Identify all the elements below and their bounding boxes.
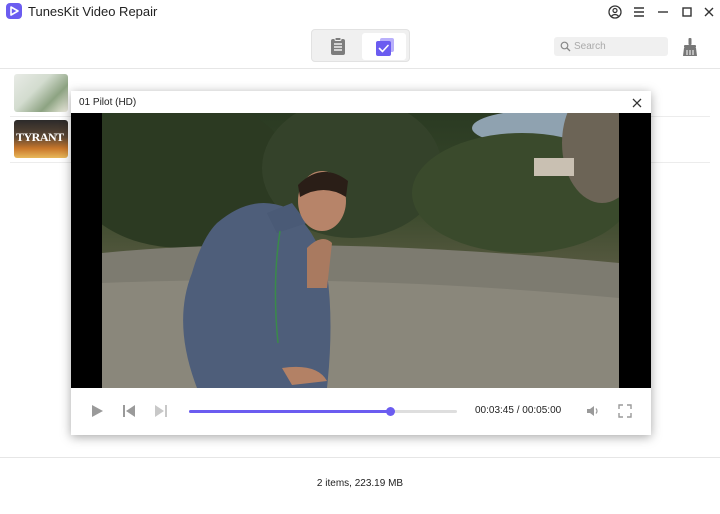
progress-bar[interactable]	[189, 407, 457, 416]
search-icon	[560, 41, 571, 52]
mode-switch	[311, 29, 410, 62]
video-thumbnail: TYRANT	[14, 120, 68, 158]
clipboard-icon	[331, 37, 345, 55]
video-area[interactable]	[71, 113, 651, 388]
maximize-icon[interactable]	[678, 3, 696, 21]
skip-back-icon[interactable]	[122, 404, 136, 418]
account-icon[interactable]	[606, 3, 624, 21]
skip-forward-icon[interactable]	[154, 404, 168, 418]
volume-icon[interactable]	[586, 404, 600, 418]
time-display: 00:03:45 / 00:05:00	[475, 405, 561, 416]
fullscreen-icon[interactable]	[618, 404, 632, 418]
dialog-title: 01 Pilot (HD)	[79, 97, 137, 108]
repaired-mode-button[interactable]	[362, 33, 406, 60]
close-icon[interactable]	[700, 3, 718, 21]
thumbnail-title: TYRANT	[16, 130, 64, 144]
clear-broom-icon[interactable]	[681, 37, 699, 57]
total-time: 00:05:00	[522, 405, 562, 416]
app-logo-icon	[6, 3, 22, 19]
dialog-close-icon[interactable]	[631, 96, 643, 108]
video-thumbnail	[14, 74, 68, 112]
progress-handle[interactable]	[386, 407, 395, 416]
app-title: TunesKit Video Repair	[28, 4, 158, 19]
check-square-icon	[376, 38, 394, 56]
player-controls: 00:03:45 / 00:05:00	[71, 388, 651, 435]
search-box	[554, 37, 668, 56]
search-input[interactable]	[574, 39, 664, 54]
video-frame	[102, 113, 619, 388]
toolbar-divider	[0, 68, 720, 69]
title-bar: TunesKit Video Repair	[0, 0, 720, 24]
progress-fill	[189, 410, 390, 413]
time-separator: /	[516, 405, 520, 416]
footer-divider	[0, 457, 720, 458]
items-summary: 2 items, 223.19 MB	[316, 478, 404, 489]
video-player-dialog: 01 Pilot (HD) 00:03:45 / 00:05:00	[71, 91, 651, 435]
play-icon[interactable]	[90, 404, 104, 418]
menu-icon[interactable]	[630, 3, 648, 21]
current-time: 00:03:45	[475, 405, 514, 416]
minimize-icon[interactable]	[654, 3, 672, 21]
list-mode-button[interactable]	[316, 33, 360, 60]
